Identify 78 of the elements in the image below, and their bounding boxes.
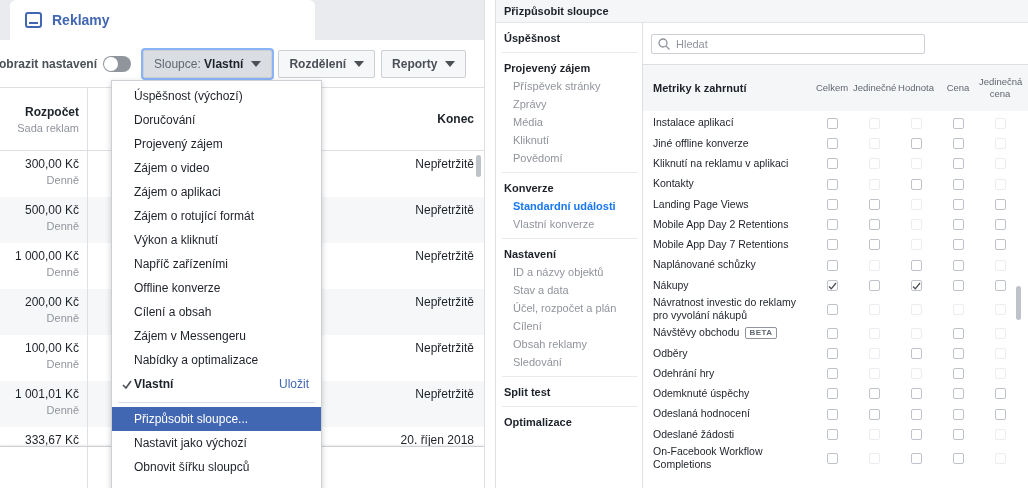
budget-period: Denně [46, 404, 79, 416]
menu-item[interactable]: Zájem o rotující formát [112, 204, 321, 228]
metric-name: Odeslaná hodnocení [653, 407, 750, 422]
budget-cell: 300,00 Kč [24, 157, 79, 171]
toolbar-dropdown-button[interactable]: Sloupce: Vlastní [143, 49, 273, 78]
end-date-cell: 20. říjen 2018 [400, 433, 474, 446]
metric-name: Odemknuté úspěchy [653, 387, 750, 401]
end-date-cell-text: Nepřetržitě [415, 203, 474, 219]
budget-period: Denně [46, 358, 79, 370]
menu-item[interactable]: Přizpůsobit sloupce... [112, 407, 321, 431]
metric-name: Landing Page Views [653, 197, 749, 212]
category-heading[interactable]: Nastavení [504, 248, 638, 260]
column-subheader: Sada reklam [17, 121, 79, 134]
metric-name: Kliknutí na reklamu v aplikaci [653, 156, 789, 171]
category-heading[interactable]: Optimalizace [504, 416, 638, 428]
budget-cell: 1 000,00 Kč [14, 249, 79, 263]
metric-name: Odběry [653, 346, 688, 361]
metric-name: Odehrání hry [653, 366, 715, 381]
menu-item[interactable]: Nastavit jako výchozí [112, 431, 321, 455]
end-date-cell-text: Nepřetržitě [415, 295, 474, 311]
budget-cell: 100,00 Kč [24, 341, 79, 355]
budget-cell: 1 001,01 Kč [14, 387, 79, 401]
toolbar-dropdown-button[interactable]: Reporty [381, 49, 467, 78]
search-field[interactable]: Hledat [651, 33, 925, 54]
budget-cell: 333,67 Kč [24, 433, 79, 446]
metric-name: Jiné offline konverze [653, 136, 749, 151]
budget-period: Denně [46, 174, 79, 186]
end-date-cell-text: Nepřetržitě [415, 157, 474, 173]
settings-label: obrazit nastavení [0, 56, 98, 71]
budget-period: Denně [46, 312, 79, 324]
category-heading[interactable]: Projevený zájem [504, 62, 638, 74]
budget-period: Denně [46, 266, 79, 278]
metric-column-header: Cena [945, 81, 971, 95]
metric-name: Mobile App Day 7 Retentions [653, 238, 789, 252]
menu-item[interactable]: Napříč zařízeními [112, 252, 321, 276]
metric-name: Naplánované schůzky [653, 258, 756, 273]
metric-name: Instalace aplikací [653, 116, 734, 130]
metric-name: Mobile App Day 2 Retentions [653, 217, 789, 232]
metric-name: Odeslané žádosti [653, 427, 735, 442]
metric-name: Návštěvy obchodu [653, 326, 740, 340]
menu-item[interactable]: Úspěšnost (výchozí) [112, 84, 321, 108]
budget-cell: 200,00 Kč [24, 295, 79, 309]
menu-item[interactable]: Nabídky a optimalizace [112, 348, 321, 372]
menu-item[interactable]: Obnovit šířku sloupců [112, 455, 321, 479]
metric-name: On-Facebook Workflow Completions [653, 444, 764, 472]
end-date-cell-text: Nepřetržitě [415, 249, 474, 265]
menu-item[interactable]: Vlastní Uložit [112, 372, 321, 396]
category-heading[interactable]: Konverze [504, 182, 638, 194]
column-header[interactable]: Rozpočet [25, 104, 79, 119]
menu-item[interactable]: Cílení a obsah [112, 300, 321, 324]
category-item[interactable]: Standardní události [513, 200, 638, 212]
menu-item[interactable]: Zájem o video [112, 156, 321, 180]
save-link[interactable]: Uložit [279, 377, 309, 391]
end-date-cell-text: Nepřetržitě [415, 341, 474, 357]
budget-cell: 500,00 Kč [24, 203, 79, 217]
metric-column-header: Jedinečná cena [979, 75, 1021, 101]
metric-column-header: Celkem [814, 81, 850, 95]
column-header[interactable]: Konec [437, 112, 474, 126]
toolbar-dropdown-button[interactable]: Rozdělení [278, 49, 376, 78]
beta-badge: BETA [745, 326, 777, 340]
menu-item[interactable]: Zájem v Messengeru [112, 324, 321, 348]
dialog-title: Přizpůsobit sloupce [504, 5, 609, 17]
metric-column-header: Jedinečné [853, 81, 895, 95]
menu-item[interactable]: Offline konverze [112, 276, 321, 300]
metrics-heading: Metriky k zahrnutí [653, 82, 748, 94]
category-heading[interactable]: Úspěšnost [504, 32, 638, 44]
metric-name: Kontakty [653, 177, 694, 191]
metric-column-header: Hodnota [897, 81, 935, 95]
metric-name: Návratnost investic do reklamy pro vyvolání nákupů [653, 295, 797, 323]
budget-period: Denně [46, 220, 79, 232]
end-date-cell-text: Nepřetržitě [415, 387, 474, 403]
metric-name: Nákupy [653, 278, 689, 293]
menu-item[interactable]: Projevený zájem [112, 132, 321, 156]
reklamy-tab[interactable]: Reklamy [10, 0, 315, 40]
menu-item[interactable]: Doručování [112, 108, 321, 132]
category-heading[interactable]: Split test [504, 386, 638, 398]
menu-item[interactable]: Výkon a kliknutí [112, 228, 321, 252]
menu-item[interactable]: Zájem o aplikaci [112, 180, 321, 204]
